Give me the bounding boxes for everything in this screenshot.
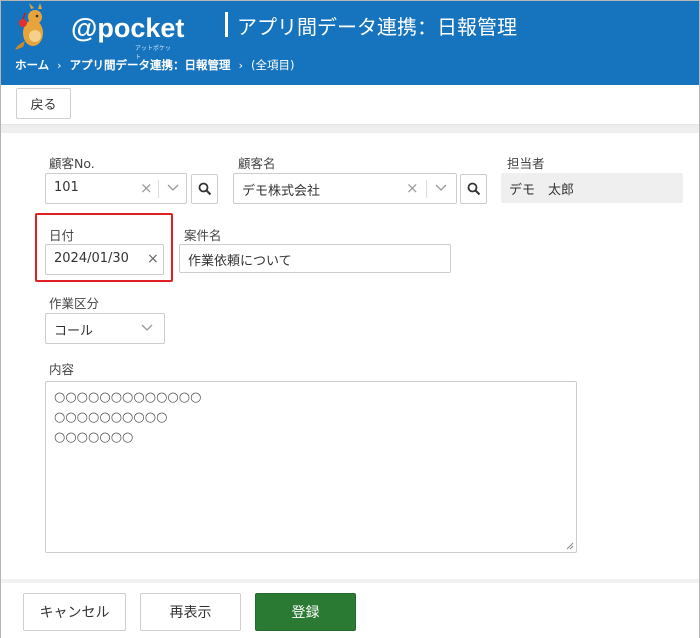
- subject-label: 案件名: [184, 228, 222, 243]
- customer-no-combobox[interactable]: 101 ×: [45, 173, 187, 204]
- date-label: 日付: [49, 228, 75, 243]
- person-readonly-field: デモ 太郎: [501, 173, 683, 203]
- page-title: アプリ間データ連携：日報管理: [237, 15, 517, 39]
- subject-input[interactable]: 作業依頼について: [179, 244, 451, 273]
- breadcrumb-separator: ›: [57, 58, 62, 72]
- back-button[interactable]: 戻る: [16, 88, 71, 119]
- person-value: デモ 太郎: [509, 183, 575, 198]
- work-type-select[interactable]: コール: [45, 313, 165, 344]
- record-form: 顧客No. 101 × 顧客名 デモ株式会社 × 担当者 デモ 太郎 日付 20…: [1, 133, 699, 579]
- customer-name-combobox[interactable]: デモ株式会社 ×: [233, 173, 457, 204]
- combo-divider: [158, 180, 159, 198]
- content-line: ○○○○○○○: [54, 430, 134, 445]
- content-line: ○○○○○○○○○○: [54, 410, 168, 425]
- breadcrumb-app[interactable]: アプリ間データ連携：日報管理: [70, 57, 231, 73]
- toolbar: 戻る: [1, 85, 699, 125]
- resize-grip-icon[interactable]: [566, 542, 574, 550]
- kangaroo-mascot-icon: [15, 3, 43, 50]
- customer-no-search-button[interactable]: [191, 174, 218, 204]
- breadcrumb-separator: ›: [238, 58, 243, 72]
- app-header: @pocket アットポケット アプリ間データ連携：日報管理 ホーム › アプリ…: [1, 1, 699, 85]
- register-button[interactable]: 登録: [255, 593, 356, 631]
- chevron-down-icon[interactable]: [167, 183, 179, 193]
- combo-divider: [426, 180, 427, 198]
- content-label: 内容: [49, 362, 75, 377]
- customer-name-label: 顧客名: [238, 156, 276, 171]
- work-type-value: コール: [54, 324, 94, 339]
- app-logo[interactable]: @pocket アットポケット: [13, 3, 184, 61]
- breadcrumb-home[interactable]: ホーム: [15, 57, 49, 73]
- chevron-down-icon[interactable]: [435, 183, 447, 193]
- search-icon: [467, 182, 480, 196]
- customer-name-search-button[interactable]: [460, 174, 487, 204]
- breadcrumb-current: (全項目): [250, 58, 295, 72]
- customer-no-label: 顧客No.: [49, 156, 95, 171]
- work-type-label: 作業区分: [49, 296, 100, 311]
- logo-wordmark: @pocket: [71, 13, 185, 43]
- clear-icon[interactable]: ×: [147, 251, 159, 267]
- chevron-down-icon: [141, 324, 153, 331]
- content-textarea[interactable]: ○○○○○○○○○○○○○ ○○○○○○○○○○ ○○○○○○○: [45, 381, 577, 553]
- cancel-button[interactable]: キャンセル: [23, 593, 126, 631]
- breadcrumb: ホーム › アプリ間データ連携：日報管理 › (全項目): [15, 57, 294, 73]
- title-divider: [225, 12, 228, 37]
- person-label: 担当者: [507, 156, 545, 171]
- customer-no-value: 101: [54, 180, 79, 195]
- content-line: ○○○○○○○○○○○○○: [54, 390, 202, 405]
- clear-icon[interactable]: ×: [140, 179, 153, 197]
- search-icon: [198, 182, 211, 196]
- date-input[interactable]: 2024/01/30 ×: [45, 244, 164, 275]
- form-footer: キャンセル 再表示 登録: [1, 583, 699, 638]
- customer-name-value: デモ株式会社: [242, 184, 321, 199]
- redisplay-button[interactable]: 再表示: [140, 593, 241, 631]
- clear-icon[interactable]: ×: [406, 179, 419, 197]
- section-divider: [1, 125, 699, 133]
- date-value: 2024/01/30: [54, 251, 129, 266]
